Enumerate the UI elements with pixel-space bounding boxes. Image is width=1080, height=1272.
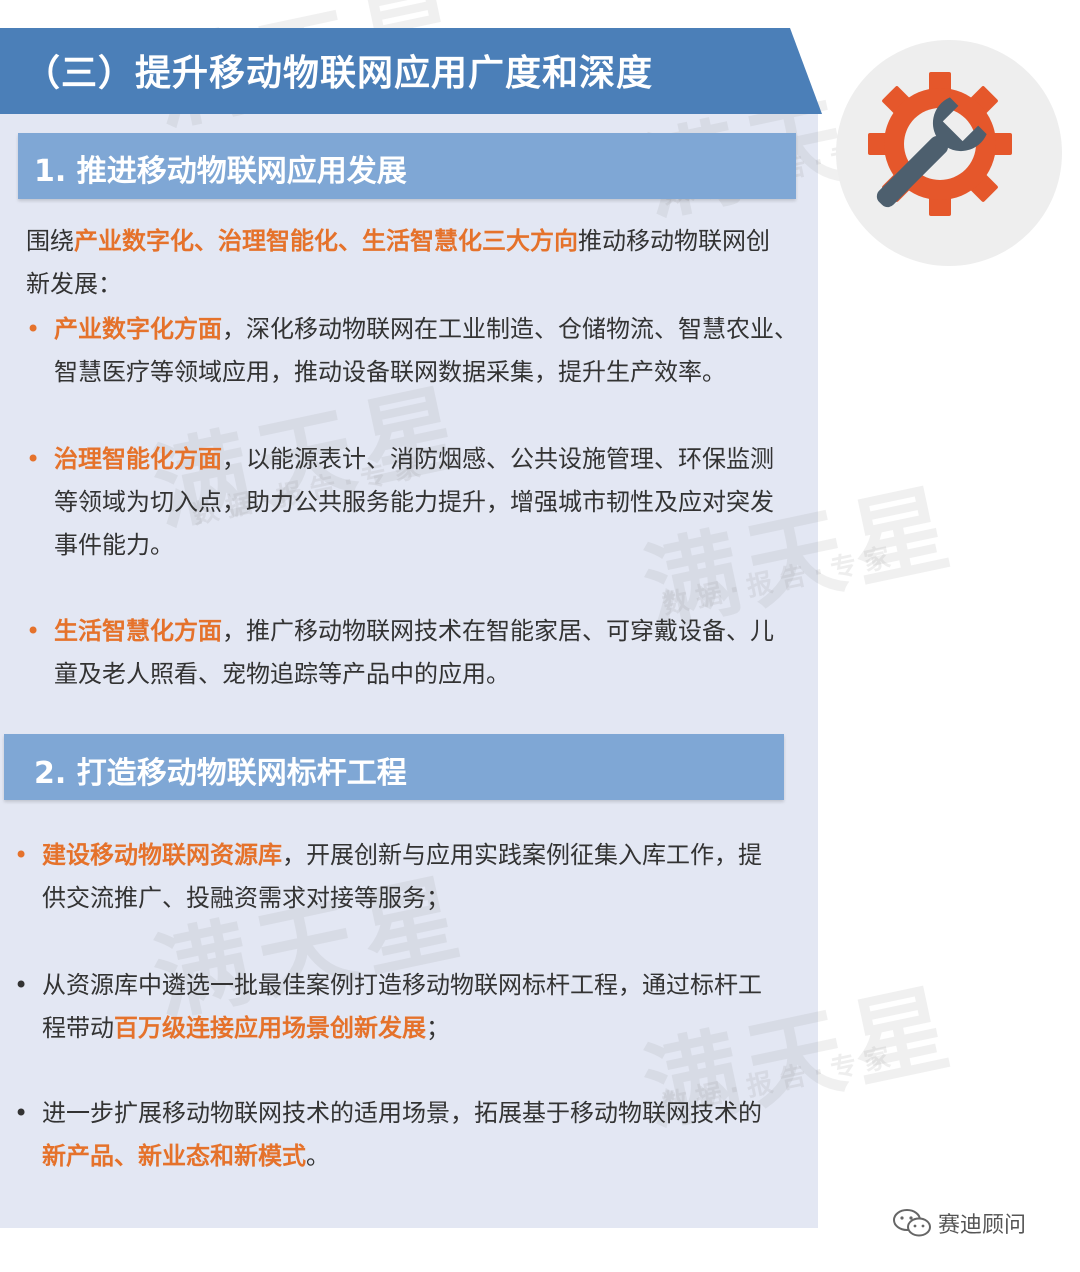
item-highlight: 建设移动物联网资源库 (42, 841, 282, 869)
intro-post-line2: 新发展： (26, 270, 122, 298)
item-highlight: 百万级连接应用场景创新发展 (114, 1014, 426, 1042)
list-item: 进一步扩展移动物联网技术的适用场景，拓展基于移动物联网技术的 新产品、新业态和新… (42, 1092, 812, 1178)
item-highlight: 新产品、新业态和新模式 (42, 1142, 306, 1170)
intro-paragraph: 围绕产业数字化、治理智能化、生活智慧化三大方向推动移动物联网创 新发展： (26, 220, 796, 306)
list-item: 生活智慧化方面，推广移动物联网技术在智能家居、可穿戴设备、儿 童及老人照看、宠物… (54, 610, 814, 696)
item-highlight: 产业数字化方面 (54, 315, 222, 343)
item-text-line2: 智慧医疗等领域应用，推动设备联网数据采集，提升生产效率。 (54, 358, 726, 386)
item-text: ，推广移动物联网技术在智能家居、可穿戴设备、儿 (222, 617, 774, 645)
bullet-dot: • (14, 1099, 29, 1127)
item-highlight: 生活智慧化方面 (54, 617, 222, 645)
section-1-heading: 1. 推进移动物联网应用发展 (34, 154, 407, 189)
intro-pre: 围绕 (26, 227, 74, 255)
bullet-dot: • (14, 841, 29, 869)
list-item: 产业数字化方面，深化移动物联网在工业制造、仓储物流、智慧农业、 智慧医疗等领域应… (54, 308, 814, 394)
item-text-line3: 事件能力。 (54, 531, 174, 559)
bullet-dot: • (26, 445, 41, 473)
item-text-line2-pre: 程带动 (42, 1014, 114, 1042)
list-item: 从资源库中遴选一批最佳案例打造移动物联网标杆工程，通过标杆工 程带动百万级连接应… (42, 964, 812, 1050)
bullet-dot: • (14, 971, 29, 999)
intro-post: 推动移动物联网创 (578, 227, 770, 255)
list-item: 建设移动物联网资源库，开展创新与应用实践案例征集入库工作，提 供交流推广、投融资… (42, 834, 812, 920)
list-item: 治理智能化方面，以能源表计、消防烟感、公共设施管理、环保监测 等领域为切入点，助… (54, 438, 814, 567)
wechat-icon (893, 1209, 931, 1237)
item-text: 进一步扩展移动物联网技术的适用场景，拓展基于移动物联网技术的 (42, 1099, 762, 1127)
item-text-line2: 供交流推广、投融资需求对接等服务； (42, 884, 450, 912)
gear-wrench-icon (868, 72, 1012, 216)
bullet-dot: • (26, 315, 41, 343)
page-title: （三）提升移动物联网应用广度和深度 (24, 53, 654, 94)
item-highlight: 治理智能化方面 (54, 445, 222, 473)
item-text-line2: 童及老人照看、宠物追踪等产品中的应用。 (54, 660, 510, 688)
item-text: ，开展创新与应用实践案例征集入库工作，提 (282, 841, 762, 869)
item-text: 从资源库中遴选一批最佳案例打造移动物联网标杆工程，通过标杆工 (42, 971, 762, 999)
intro-highlight: 产业数字化、治理智能化、生活智慧化三大方向 (74, 227, 578, 255)
item-text-line2-post: ； (426, 1014, 450, 1042)
item-text: ，深化移动物联网在工业制造、仓储物流、智慧农业、 (222, 315, 798, 343)
item-text: ，以能源表计、消防烟感、公共设施管理、环保监测 (222, 445, 774, 473)
bullet-dot: • (26, 617, 41, 645)
footer-source: 赛迪顾问 (892, 1206, 1026, 1240)
item-text-line2-post: 。 (306, 1142, 330, 1170)
section-2-heading: 2. 打造移动物联网标杆工程 (34, 756, 407, 791)
footer-label: 赛迪顾问 (938, 1213, 1027, 1238)
item-text-line2: 等领域为切入点，助力公共服务能力提升，增强城市韧性及应对突发 (54, 488, 774, 516)
